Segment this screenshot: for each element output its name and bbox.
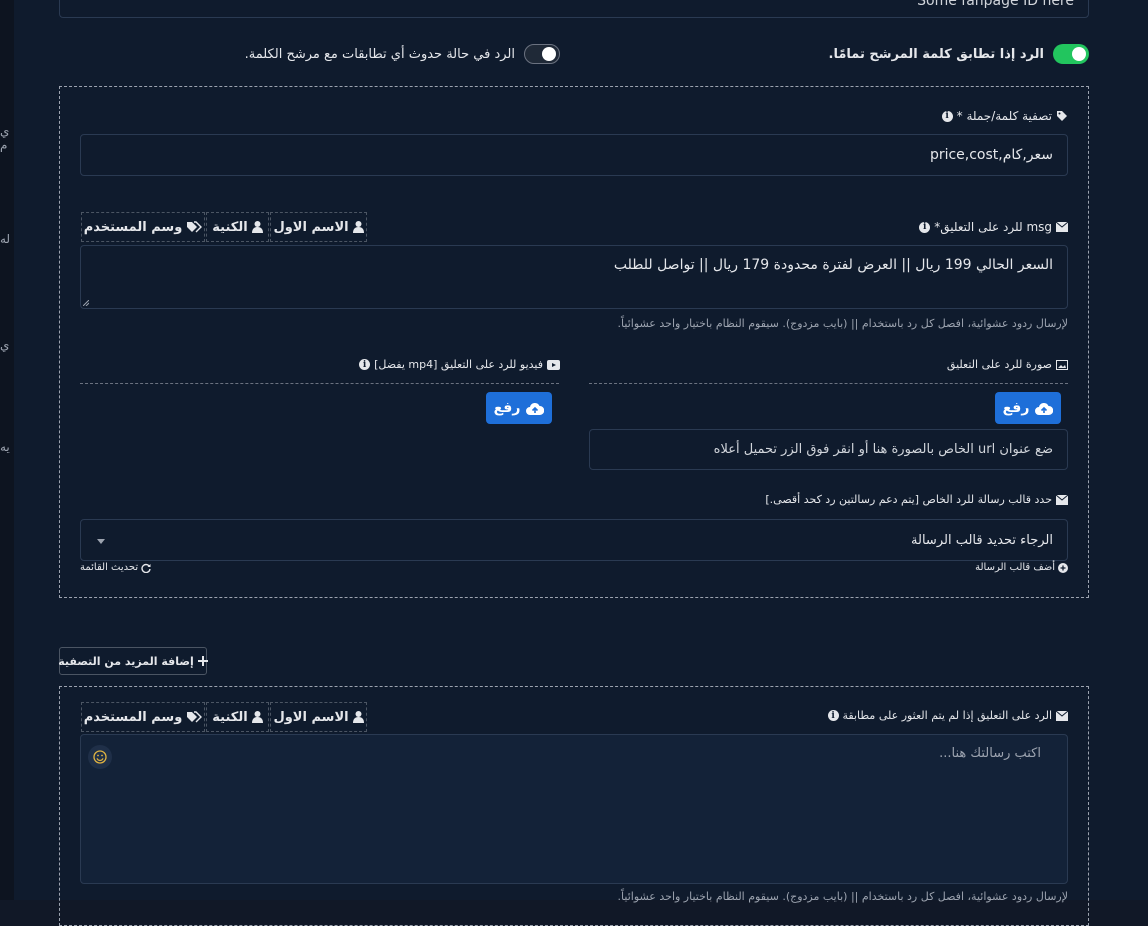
toggle-knob [542,47,556,61]
user-icon [251,221,263,233]
caret-down-icon [97,539,105,544]
fanpage-input[interactable]: Some fanpage ID here [59,0,1089,18]
user-icon [352,711,364,723]
info-icon: i [919,221,931,233]
exact-match-label: الرد إذا تطابق كلمة المرشح تمامًا. [828,46,1044,62]
fanpage-input-value: Some fanpage ID here [917,0,1074,9]
no-match-label-text: الرد على التعليق إذا لم يتم العثور على م… [842,709,1052,722]
template-label: حدد قالب رسالة للرد الخاص [يتم دعم رسالت… [765,493,1068,506]
first-name-button[interactable]: الاسم الاول [270,702,367,732]
background-sidebar-strip: ي م له ي يه [0,0,14,900]
filter-label: تصفية كلمة/جملة * i [941,109,1068,123]
background-text-fragment: يه [0,440,10,454]
msg-label-text: msg للرد على التعليق* [934,220,1052,234]
user-icon [352,221,364,233]
last-name-button[interactable]: الكنية [206,702,269,732]
envelope-icon [1056,494,1068,505]
reply-settings-panel: Some fanpage ID here الرد إذا تطابق كلمة… [14,0,1148,926]
filter-keywords-value: سعر,كام,price,cost [929,147,1053,163]
envelope-icon [1056,710,1068,721]
plus-circle-icon [1058,562,1068,573]
info-icon: i [827,710,839,721]
upload-label: رفع [1002,400,1030,416]
template-select[interactable]: الرجاء تحديد قالب الرسالة [80,519,1068,561]
filter-keywords-input[interactable]: سعر,كام,price,cost [80,134,1068,176]
msg-textarea-value: السعر الحالي 199 ريال || العرض لفترة محد… [613,257,1053,273]
no-match-label: الرد على التعليق إذا لم يتم العثور على م… [827,709,1068,722]
any-match-label: الرد في حالة حدوث أي تطابقات مع مرشح الك… [244,46,515,62]
image-label-text: صورة للرد على التعليق [946,358,1052,371]
plus-icon [197,656,208,666]
background-text-fragment: ي [0,338,10,352]
last-name-button[interactable]: الكنية [206,212,269,242]
background-text-fragment: ي م [0,124,10,152]
first-name-label: الاسم الاول [273,219,349,235]
image-upload-button[interactable]: رفع [995,392,1061,424]
no-match-message-textarea[interactable]: اكتب رسالتك هنا... [80,734,1068,884]
toggle-knob [1072,47,1086,61]
no-match-placeholder: اكتب رسالتك هنا... [939,746,1041,761]
tags-icon [186,711,203,723]
user-tag-button[interactable]: وسم المستخدم [81,212,205,242]
image-url-placeholder: ضع عنوان url الخاص بالصورة هنا أو انقر ف… [713,442,1053,457]
template-label-text: حدد قالب رسالة للرد الخاص [يتم دعم رسالت… [765,493,1052,506]
cloud-upload-icon [1035,402,1054,415]
cloud-upload-icon [526,402,545,415]
tag-icon [1056,110,1068,122]
info-icon: i [941,110,953,122]
image-dropzone-border [589,383,1068,384]
last-name-label: الكنية [212,709,248,725]
emoji-picker-icon[interactable] [88,745,112,769]
msg-label: msg للرد على التعليق* i [919,220,1068,234]
image-url-input[interactable]: ضع عنوان url الخاص بالصورة هنا أو انقر ف… [589,429,1068,470]
add-template-link[interactable]: أضف قالب الرسالة [975,562,1068,573]
any-match-toggle[interactable] [524,44,560,64]
last-name-label: الكنية [212,219,248,235]
resize-handle-icon[interactable] [83,300,89,306]
user-icon [251,711,263,723]
video-icon [547,359,560,370]
add-more-filter-button[interactable]: إضافة المزيد من التصفية [58,647,208,675]
first-name-button[interactable]: الاسم الاول [270,212,367,242]
add-more-filter-label: إضافة المزيد من التصفية [58,654,194,668]
first-name-label: الاسم الاول [273,709,349,725]
background-text-fragment: له [0,232,11,246]
user-tag-label: وسم المستخدم [83,219,183,235]
refresh-icon [141,563,151,573]
video-upload-button[interactable]: رفع [486,392,552,424]
msg-textarea[interactable]: السعر الحالي 199 ريال || العرض لفترة محد… [80,245,1068,309]
video-dropzone-border [80,383,559,384]
exact-match-toggle[interactable] [1053,44,1089,64]
no-match-random-help: لإرسال ردود عشوائية، افصل كل رد باستخدام… [617,890,1068,903]
video-label: فيديو للرد على التعليق [mp4 يفضل] i [359,358,560,371]
image-label: صورة للرد على التعليق [947,358,1068,371]
refresh-list-link[interactable]: تحديث القائمة [80,562,151,573]
add-template-text: أضف قالب الرسالة [975,562,1055,573]
image-icon [1056,359,1068,370]
random-reply-help: لإرسال ردود عشوائية، افصل كل رد باستخدام… [617,317,1068,330]
video-label-text: فيديو للرد على التعليق [mp4 يفضل] [374,358,543,371]
filter-label-text: تصفية كلمة/جملة * [956,109,1052,123]
envelope-icon [1056,222,1068,232]
tags-icon [186,221,203,233]
user-tag-label: وسم المستخدم [83,709,183,725]
upload-label: رفع [493,400,521,416]
template-select-value: الرجاء تحديد قالب الرسالة [911,532,1053,548]
user-tag-button[interactable]: وسم المستخدم [81,702,205,732]
refresh-list-text: تحديث القائمة [80,562,139,573]
info-icon: i [359,359,371,370]
